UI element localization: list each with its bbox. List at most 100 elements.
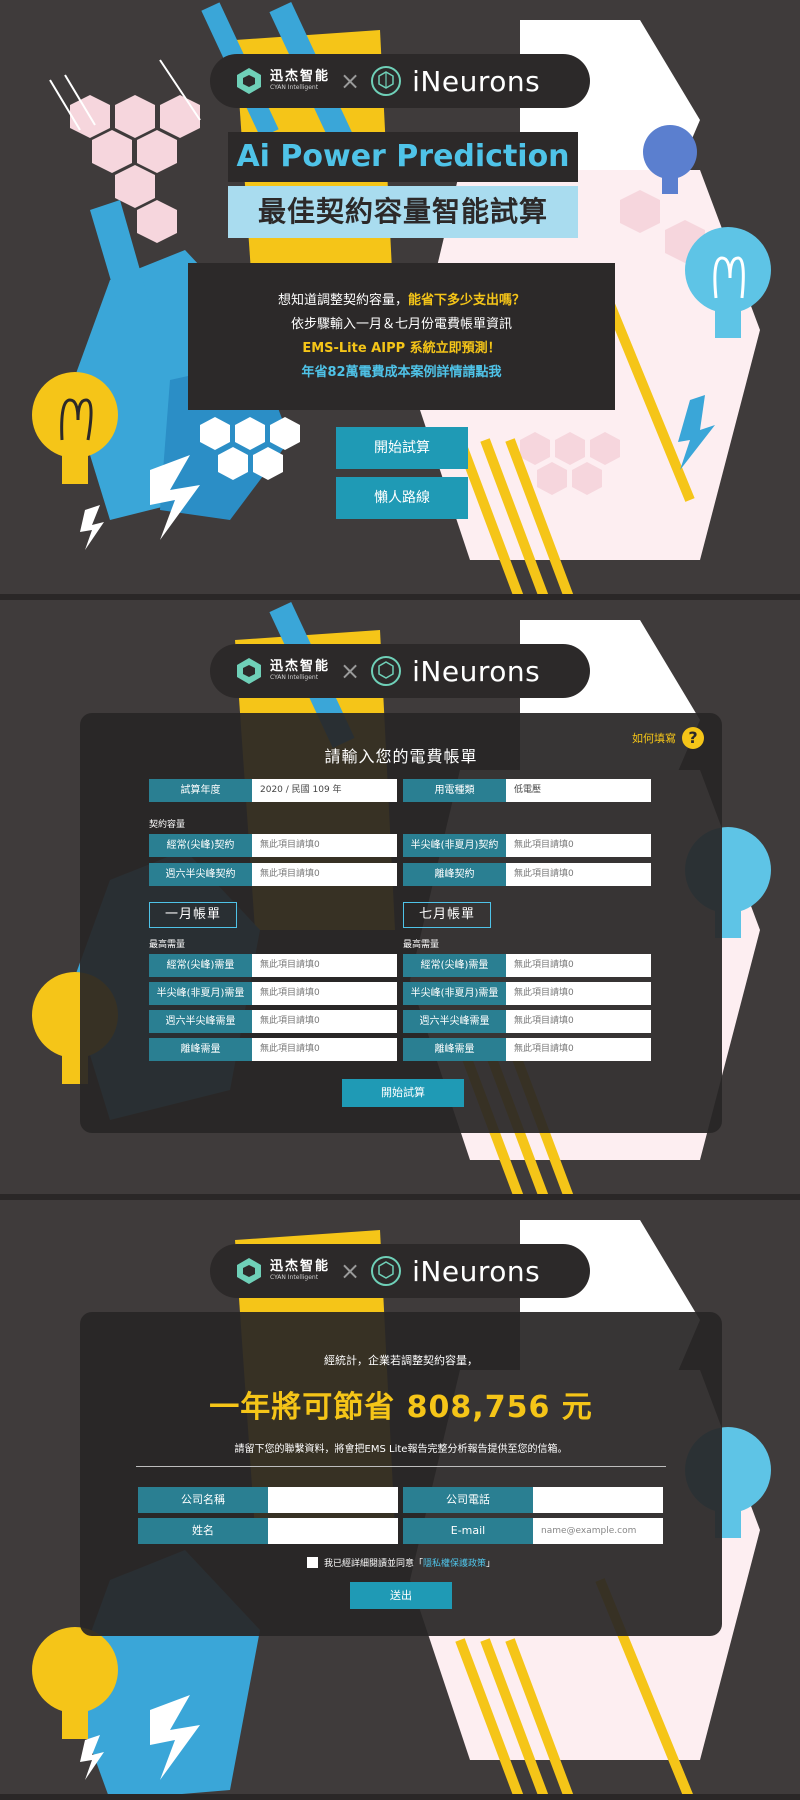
tab-january[interactable]: 一月帳單 xyxy=(149,902,237,928)
result-card: 經統計，企業若調整契約容量， 一年將可節省 808,756 元 請留下您的聯繫資… xyxy=(80,1312,722,1636)
demand-label: 離峰需量 xyxy=(403,1038,506,1061)
jul-demand-field: 經常(尖峰)需量 xyxy=(403,954,651,977)
brand-a-en: CYAN Intelligent xyxy=(270,1274,319,1281)
jul-demand-field: 週六半尖峰需量 xyxy=(403,1010,651,1033)
brand-b: iNeurons xyxy=(412,654,541,688)
result-intro: 經統計，企業若調整契約容量， xyxy=(324,1354,478,1367)
email-input[interactable] xyxy=(533,1518,663,1544)
cyan-hex-icon xyxy=(237,68,261,94)
contract-field: 經常(尖峰)契約 xyxy=(149,834,397,857)
logo-separator: × xyxy=(340,67,361,95)
name-label: 姓名 xyxy=(138,1518,268,1544)
cyan-hex-icon xyxy=(237,1258,261,1284)
title-en: Ai Power Prediction xyxy=(228,132,578,182)
agree-end: 」 xyxy=(486,1559,496,1569)
agree-text: 我已經詳細閱讀並同意「 xyxy=(323,1559,423,1569)
landing-panel: 迅杰智能 CYAN Intelligent × iNeurons Ai Powe… xyxy=(0,0,800,600)
jul-demand-field: 半尖峰(非夏月)需量 xyxy=(403,982,651,1005)
jan-demand-field: 週六半尖峰需量 xyxy=(149,1010,397,1033)
ineurons-hex-icon xyxy=(371,1256,402,1286)
privacy-agreement: 我已經詳細閱讀並同意「 隱私權保護政策 」 xyxy=(80,1556,722,1569)
year-label: 試算年度 xyxy=(149,779,252,802)
company-label: 公司名稱 xyxy=(138,1487,268,1513)
email-label: E-mail xyxy=(403,1518,533,1544)
logo-bar: 迅杰智能 CYAN Intelligent × iNeurons xyxy=(210,54,590,108)
contract-field: 半尖峰(非夏月)契約 xyxy=(403,834,651,857)
contract-field: 週六半尖峰契約 xyxy=(149,863,397,886)
savings-amount: 一年將可節省 808,756 元 xyxy=(209,1390,593,1425)
cyan-hex-icon xyxy=(237,658,261,684)
email-field: E-mail xyxy=(403,1518,663,1544)
brand-b: iNeurons xyxy=(412,1254,541,1288)
case-study-link[interactable]: 年省82萬電費成本案例詳情請點我 xyxy=(188,361,615,385)
cyan-logo: 迅杰智能 CYAN Intelligent xyxy=(234,1256,330,1286)
demand-input[interactable] xyxy=(506,1038,651,1061)
jan-demand-field: 離峰需量 xyxy=(149,1038,397,1061)
lazy-route-button[interactable]: 懶人路線 xyxy=(336,477,468,519)
demand-label: 週六半尖峰需量 xyxy=(149,1010,252,1033)
intro-line3: EMS-Lite AIPP 系統立即預測！ xyxy=(302,341,501,356)
calculate-button[interactable]: 開始試算 xyxy=(342,1079,464,1107)
contact-prompt: 請留下您的聯繫資料，將會把EMS Lite報告完整分析報告提供至您的信箱。 xyxy=(234,1444,568,1455)
demand-input[interactable] xyxy=(252,982,397,1005)
bill-form-card: 如何填寫 ? 請輸入您的電費帳單 試算年度 2020 / 民國 109 年 用電… xyxy=(80,713,722,1133)
name-input[interactable] xyxy=(268,1518,398,1544)
ineurons-logo: iNeurons xyxy=(370,1255,540,1288)
demand-label: 半尖峰(非夏月)需量 xyxy=(403,982,506,1005)
demand-input[interactable] xyxy=(252,1038,397,1061)
send-button[interactable]: 送出 xyxy=(350,1582,452,1609)
contract-input[interactable] xyxy=(252,834,397,857)
type-label: 用電種類 xyxy=(403,779,506,802)
cyan-logo: 迅杰智能 CYAN Intelligent xyxy=(234,656,330,686)
brand-a-cn: 迅杰智能 xyxy=(270,659,331,674)
demand-input[interactable] xyxy=(252,1010,397,1033)
contract-label: 週六半尖峰契約 xyxy=(149,863,252,886)
demand-input[interactable] xyxy=(506,954,651,977)
jan-demand-label: 最高需量 xyxy=(149,940,186,950)
cyan-logo: 迅杰智能 CYAN Intelligent xyxy=(234,66,330,96)
contract-input[interactable] xyxy=(506,863,651,886)
company-field: 公司名稱 xyxy=(138,1487,398,1513)
start-button[interactable]: 開始試算 xyxy=(336,427,468,469)
demand-label: 經常(尖峰)需量 xyxy=(403,954,506,977)
brand-a-en: CYAN Intelligent xyxy=(270,84,319,91)
intro-box: 想知道調整契約容量，能省下多少支出嗎？ 依步驟輸入一月＆七月份電費帳單資訊 EM… xyxy=(188,263,615,410)
intro-line2: 依步驟輸入一月＆七月份電費帳單資訊 xyxy=(290,317,512,332)
contract-input[interactable] xyxy=(252,863,397,886)
phone-field: 公司電話 xyxy=(403,1487,663,1513)
demand-label: 週六半尖峰需量 xyxy=(403,1010,506,1033)
demand-label: 半尖峰(非夏月)需量 xyxy=(149,982,252,1005)
contract-label: 離峰契約 xyxy=(403,863,506,886)
intro-line1-a: 想知道調整契約容量， xyxy=(277,293,408,308)
jul-demand-label: 最高需量 xyxy=(403,940,440,950)
year-select[interactable]: 2020 / 民國 109 年 xyxy=(252,779,397,802)
logo-separator: × xyxy=(340,657,361,685)
contract-field: 離峰契約 xyxy=(403,863,651,886)
demand-label: 離峰需量 xyxy=(149,1038,252,1061)
type-select[interactable]: 低電壓 xyxy=(506,779,651,802)
brand-a-cn: 迅杰智能 xyxy=(270,1259,331,1274)
brand-a-en: CYAN Intelligent xyxy=(270,674,319,681)
intro-line1-b: 能省下多少支出嗎？ xyxy=(408,293,526,308)
company-input[interactable] xyxy=(268,1487,398,1513)
contract-input[interactable] xyxy=(506,834,651,857)
tab-july[interactable]: 七月帳單 xyxy=(403,902,491,928)
agree-checkbox[interactable] xyxy=(306,1557,318,1568)
demand-label: 經常(尖峰)需量 xyxy=(149,954,252,977)
jan-demand-field: 經常(尖峰)需量 xyxy=(149,954,397,977)
phone-label: 公司電話 xyxy=(403,1487,533,1513)
privacy-policy-link[interactable]: 隱私權保護政策 xyxy=(423,1556,486,1569)
ineurons-hex-icon xyxy=(371,66,402,96)
year-field: 試算年度 2020 / 民國 109 年 xyxy=(149,779,397,802)
logo-bar: 迅杰智能 CYAN Intelligent × iNeurons xyxy=(210,1244,590,1298)
type-field: 用電種類 低電壓 xyxy=(403,779,651,802)
name-field: 姓名 xyxy=(138,1518,398,1544)
phone-input[interactable] xyxy=(533,1487,663,1513)
result-panel: 迅杰智能 CYAN Intelligent × iNeurons 經統計，企業若… xyxy=(0,1200,800,1800)
demand-input[interactable] xyxy=(506,982,651,1005)
demand-input[interactable] xyxy=(506,1010,651,1033)
demand-input[interactable] xyxy=(252,954,397,977)
divider xyxy=(136,1466,666,1467)
title-cn: 最佳契約容量智能試算 xyxy=(228,186,578,238)
logo-bar: 迅杰智能 CYAN Intelligent × iNeurons xyxy=(210,644,590,698)
